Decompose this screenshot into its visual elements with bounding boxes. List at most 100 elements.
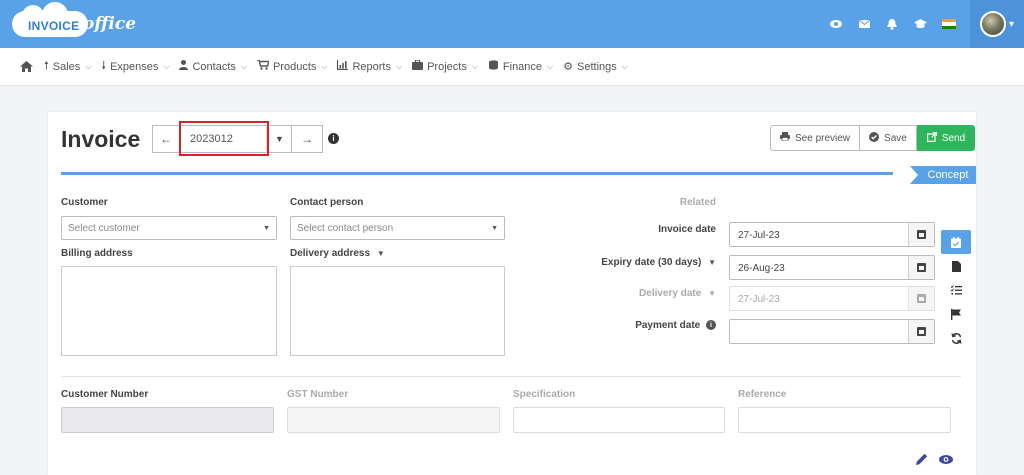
customer-select[interactable]: Select customer ▼ xyxy=(61,216,277,240)
printer-icon xyxy=(780,132,790,144)
side-toolbar xyxy=(941,230,971,350)
nav-item-reports[interactable]: Reports ⌵ xyxy=(337,60,402,73)
customer-select-placeholder: Select customer xyxy=(68,223,140,234)
expiry-date-toggle[interactable]: Expiry date (30 days) ▼ xyxy=(566,257,716,268)
bell-icon[interactable] xyxy=(878,0,906,48)
home-icon[interactable] xyxy=(20,60,34,74)
flag-icon xyxy=(951,308,961,320)
nav-item-settings[interactable]: ⚙ Settings ⌵ xyxy=(563,60,628,74)
refresh-icon xyxy=(950,332,962,344)
delivery-date-toggle[interactable]: Delivery date ▼ xyxy=(566,288,716,299)
chevron-down-icon: ⌵ xyxy=(396,61,403,71)
nav-item-contacts[interactable]: Contacts ⌵ xyxy=(179,60,247,73)
nav-item-finance[interactable]: Finance ⌵ xyxy=(488,60,553,73)
info-icon[interactable]: i xyxy=(328,133,339,144)
gst-number-label: GST Number xyxy=(287,389,349,400)
pencil-icon xyxy=(916,453,928,465)
invoice-number-dropdown[interactable]: ▼ xyxy=(266,125,292,153)
delivery-address-input[interactable] xyxy=(290,266,505,356)
invoice-date-label: Invoice date xyxy=(658,224,716,235)
india-flag-icon[interactable] xyxy=(942,19,956,29)
nav-item-projects[interactable]: Projects ⌵ xyxy=(412,59,478,73)
check-circle-icon xyxy=(869,131,880,145)
next-invoice-button[interactable]: → xyxy=(292,125,323,153)
customer-number-label: Customer Number xyxy=(61,389,149,400)
calendar-button[interactable] xyxy=(908,287,934,310)
contact-person-placeholder: Select contact person xyxy=(297,223,394,234)
calendar-button[interactable] xyxy=(908,256,934,279)
app-logo[interactable]: INVOICE office xyxy=(12,2,136,37)
expiry-date-input[interactable]: 26-Aug-23 xyxy=(729,255,935,280)
calendar-button[interactable] xyxy=(908,223,934,246)
document-tool-button[interactable] xyxy=(941,254,971,278)
calendar-button[interactable] xyxy=(908,320,934,343)
delivery-address-toggle[interactable]: Delivery address ▼ xyxy=(290,248,385,259)
specification-input[interactable] xyxy=(513,407,725,433)
calendar-icon xyxy=(917,327,926,336)
see-preview-button[interactable]: See preview xyxy=(770,125,861,151)
caret-down-icon: ▼ xyxy=(491,225,498,232)
nav-item-products[interactable]: Products ⌵ xyxy=(256,59,327,73)
nav-item-settings-label: Settings xyxy=(577,60,617,73)
billing-address-input[interactable] xyxy=(61,266,277,356)
chart-icon xyxy=(337,60,349,73)
mail-icon[interactable] xyxy=(850,0,878,48)
invoice-card: Invoice ← 2023012 ▼ → i See preview Save xyxy=(48,112,976,475)
user-icon xyxy=(179,60,189,73)
eye-icon[interactable] xyxy=(822,0,850,48)
arrow-up-icon: 🠕 xyxy=(44,60,49,72)
user-menu[interactable]: ▾ xyxy=(970,0,1024,48)
invoice-date-input[interactable]: 27-Jul-23 xyxy=(729,222,935,247)
edit-button[interactable] xyxy=(910,450,934,468)
graduation-cap-icon[interactable] xyxy=(906,0,934,48)
nav-item-reports-label: Reports xyxy=(352,60,391,73)
page-title: Invoice xyxy=(61,126,141,152)
nav-item-expenses[interactable]: 🠗 Expenses ⌵ xyxy=(101,57,169,76)
bottom-actions xyxy=(910,450,958,468)
info-icon[interactable]: i xyxy=(706,320,716,331)
nav-item-sales-label: Sales xyxy=(52,60,81,73)
expiry-date-value: 26-Aug-23 xyxy=(738,263,785,274)
save-label: Save xyxy=(884,132,907,144)
expiry-date-label: Expiry date (30 days) xyxy=(601,257,702,268)
document-icon xyxy=(951,260,961,272)
nav-item-projects-label: Projects xyxy=(427,60,467,73)
top-bar: INVOICE office ▾ xyxy=(0,0,1024,48)
nav-item-sales[interactable]: 🠕 Sales ⌵ xyxy=(44,57,91,76)
customer-number-field xyxy=(61,407,274,433)
send-button[interactable]: Send xyxy=(916,125,976,151)
eye-icon xyxy=(939,454,953,464)
recurring-tool-button[interactable] xyxy=(941,326,971,350)
chevron-down-icon: ▾ xyxy=(1008,18,1015,30)
status-progress-bar xyxy=(61,172,893,175)
caret-down-icon: ▼ xyxy=(275,134,284,144)
nav-item-expenses-label: Expenses xyxy=(110,60,159,73)
calendar-tool-button[interactable] xyxy=(941,230,971,254)
billing-address-label: Billing address xyxy=(61,248,133,259)
chevron-down-icon: ⌵ xyxy=(471,61,478,71)
coins-icon xyxy=(488,60,499,73)
payment-date-label-wrap: Payment date i xyxy=(566,320,716,331)
delivery-date-label: Delivery date xyxy=(639,288,702,299)
reference-input[interactable] xyxy=(738,407,951,433)
chevron-down-icon: ⌵ xyxy=(163,61,170,71)
payment-date-input[interactable] xyxy=(729,319,935,344)
save-button[interactable]: Save xyxy=(860,125,917,151)
action-buttons: See preview Save Send xyxy=(770,125,976,151)
payment-date-label: Payment date xyxy=(635,320,701,331)
calendar-icon xyxy=(917,263,926,272)
checklist-tool-button[interactable] xyxy=(941,278,971,302)
flag-tool-button[interactable] xyxy=(941,302,971,326)
view-button[interactable] xyxy=(934,450,958,468)
customer-label: Customer xyxy=(61,197,108,208)
arrow-down-icon: 🠗 xyxy=(101,60,107,72)
contact-person-select[interactable]: Select contact person ▼ xyxy=(290,216,505,240)
previous-invoice-button[interactable]: ← xyxy=(152,125,180,153)
status-badge: Concept xyxy=(910,166,976,184)
avatar xyxy=(979,11,1006,37)
arrow-left-icon: ← xyxy=(160,132,172,146)
caret-down-icon: ▼ xyxy=(263,225,270,232)
logo-text-invoice: INVOICE xyxy=(28,19,80,33)
delivery-date-input[interactable]: 27-Jul-23 xyxy=(729,286,935,311)
status-label: Concept xyxy=(927,169,969,181)
